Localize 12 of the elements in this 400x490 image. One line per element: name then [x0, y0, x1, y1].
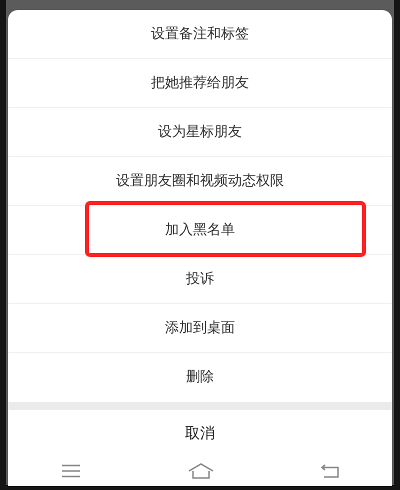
menu-item[interactable]: 投诉 [186, 268, 214, 290]
menu-item[interactable]: 设置备注和标签 [151, 24, 249, 44]
back-icon[interactable] [320, 464, 339, 478]
cancel-button[interactable]: 取消 [185, 422, 215, 444]
menu-item[interactable]: 加入黑名单 [165, 220, 235, 240]
menu-item[interactable]: 设置朋友圈和视频动态权限 [116, 170, 284, 192]
menu-icon[interactable] [61, 464, 82, 478]
menu-item[interactable]: 删除 [186, 367, 214, 388]
menu-item[interactable]: 把她推荐给朋友 [151, 72, 249, 94]
home-icon[interactable] [188, 463, 214, 479]
menu-item[interactable]: 添加到桌面 [165, 318, 235, 338]
menu-item[interactable]: 设为星标朋友 [158, 122, 242, 142]
